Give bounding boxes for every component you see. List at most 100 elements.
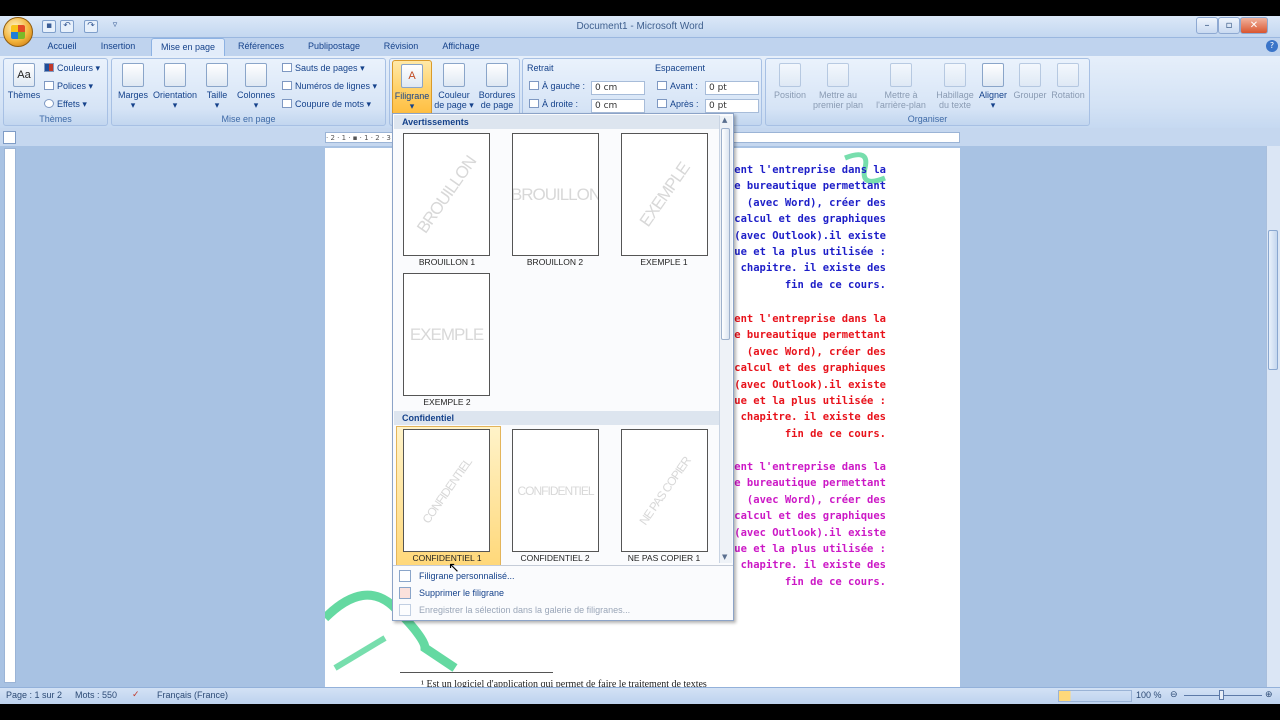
vertical-scrollbar[interactable] (1266, 146, 1280, 687)
custom-watermark-icon (399, 570, 411, 582)
thumb-watermark: BROUILLON (412, 152, 480, 237)
marges-button[interactable]: Marges ▾ (115, 63, 151, 110)
coupure-label: Coupure de mots (295, 99, 365, 109)
size-icon (206, 63, 228, 87)
grouper-label: Grouper (1013, 90, 1047, 100)
couleurs-button[interactable]: Couleurs ▾ (44, 63, 100, 74)
coupure-mots-button[interactable]: Coupure de mots ▾ (282, 99, 371, 110)
menu-supprimer-filigrane[interactable]: Supprimer le filigrane (396, 585, 726, 601)
retrait-droite-input[interactable]: 0 cm (591, 99, 645, 113)
tab-references[interactable]: Références (230, 38, 292, 56)
save-selection-icon (399, 604, 411, 616)
grouper-button[interactable]: Grouper (1010, 63, 1050, 100)
language[interactable]: Français (France) (157, 690, 228, 700)
arriere-plan-button[interactable]: Mettre à l'arrière-plan (870, 63, 932, 110)
scrollbar-thumb[interactable] (1268, 230, 1278, 370)
text-wrap-icon (944, 63, 966, 87)
colonnes-button[interactable]: Colonnes ▾ (234, 63, 278, 110)
thumb-watermark: EXEMPLE (635, 158, 693, 230)
numeros-lignes-button[interactable]: Numéros de lignes ▾ (282, 81, 377, 92)
couleur-page-button[interactable]: Couleur de page ▾ (434, 63, 474, 110)
group-organiser: Position Mettre au premier plan Mettre àl… (765, 58, 1090, 126)
menu-filigrane-personnalise[interactable]: Filigrane personnalisé... (396, 568, 726, 584)
mouse-cursor-icon: ↖ (448, 560, 460, 576)
tab-publipostage[interactable]: Publipostage (298, 38, 370, 56)
thumb-brouillon-1[interactable]: BROUILLON (403, 133, 490, 256)
filigrane-button[interactable]: A Filigrane ▾ (392, 60, 432, 116)
gallery-scroll-down-icon[interactable]: ▼ (722, 553, 727, 561)
thumb-exemple-1[interactable]: EXEMPLE (621, 133, 708, 256)
polices-button[interactable]: Polices ▾ (44, 81, 93, 92)
arriere-label-2: l'arrière-plan (876, 100, 926, 110)
retrait-gauche-input[interactable]: 0 cm (591, 81, 645, 95)
columns-icon (245, 63, 267, 87)
orientation-label: Orientation (152, 90, 198, 100)
zoom-in-icon[interactable]: ⊕ (1265, 689, 1273, 700)
menu-label: Supprimer le filigrane (419, 588, 505, 598)
position-button[interactable]: Position (770, 63, 810, 100)
zoom-slider-thumb[interactable] (1219, 690, 1224, 700)
thumb-watermark: NE PAS COPIER (635, 453, 694, 528)
couleurs-label: Couleurs (57, 63, 94, 73)
taille-button[interactable]: Taille ▾ (202, 63, 232, 110)
effets-label: Effets (57, 99, 80, 109)
tab-accueil[interactable]: Accueil (40, 38, 84, 56)
thumb-label: EXEMPLE 1 (640, 257, 688, 267)
aligner-button[interactable]: Aligner ▾ (976, 63, 1010, 110)
office-button[interactable] (3, 17, 33, 47)
habillage-button[interactable]: Habillage du texte (932, 63, 978, 110)
espacement-avant-input[interactable]: 0 pt (705, 81, 759, 95)
indent-left-icon (529, 81, 539, 90)
rotate-icon (1057, 63, 1079, 87)
zoom-level[interactable]: 100 % (1136, 690, 1162, 700)
page-count[interactable]: Page : 1 sur 2 (6, 690, 62, 700)
premier-label-1: Mettre au (818, 90, 858, 100)
thumb-exemple-2[interactable]: EXEMPLE (403, 273, 490, 396)
habillage-label-2: du texte (938, 100, 972, 110)
thumb-brouillon-2[interactable]: BROUILLON (512, 133, 599, 256)
tab-revision[interactable]: Révision (376, 38, 426, 56)
breaks-icon (282, 63, 292, 72)
menu-label: Enregistrer la sélection dans la galerie… (419, 605, 631, 615)
thumb-ne-pas-copier-1[interactable]: NE PAS COPIER (621, 429, 708, 552)
thumb-label: BROUILLON 2 (526, 257, 584, 267)
marges-label: Marges (117, 90, 148, 100)
gallery-scroll-up-icon[interactable]: ▲ (722, 116, 727, 124)
proofing-icon[interactable]: ✓ (132, 689, 140, 700)
habillage-label-1: Habillage (936, 90, 974, 100)
zoom-out-icon[interactable]: ⊖ (1170, 689, 1178, 700)
minimize-button[interactable]: – (1196, 17, 1218, 34)
bordures-page-button[interactable]: Bordures de page (476, 63, 518, 110)
rotation-button[interactable]: Rotation (1048, 63, 1088, 100)
view-buttons[interactable] (1058, 690, 1132, 702)
effets-button[interactable]: Effets ▾ (44, 99, 87, 110)
close-button[interactable]: ✕ (1240, 17, 1268, 34)
tab-mise-en-page[interactable]: Mise en page (151, 38, 225, 56)
thumb-confidentiel-2[interactable]: CONFIDENTIEL (512, 429, 599, 552)
help-icon[interactable]: ? (1266, 40, 1278, 52)
word-count[interactable]: Mots : 550 (75, 690, 117, 700)
espacement-apres-input[interactable]: 0 pt (705, 99, 759, 113)
tab-selector-icon[interactable] (3, 131, 16, 144)
themes-button[interactable]: Aa Thèmes (7, 63, 41, 100)
top-letterbox (0, 0, 1280, 16)
menu-enregistrer-selection[interactable]: Enregistrer la sélection dans la galerie… (396, 602, 726, 618)
gallery-scrollbar-thumb[interactable] (721, 128, 730, 340)
themes-label: Thèmes (7, 90, 41, 100)
sauts-de-pages-button[interactable]: Sauts de pages ▾ (282, 63, 365, 74)
tab-insertion[interactable]: Insertion (92, 38, 144, 56)
premier-plan-button[interactable]: Mettre au premier plan (808, 63, 868, 110)
bring-front-icon (827, 63, 849, 87)
tab-affichage[interactable]: Affichage (434, 38, 488, 56)
thumb-confidentiel-1[interactable]: CONFIDENTIEL (403, 429, 490, 552)
vertical-ruler[interactable] (4, 148, 16, 683)
bordures-label-2: de page (480, 100, 514, 110)
maximize-button[interactable]: ▫ (1218, 17, 1240, 34)
orientation-button[interactable]: Orientation ▾ (150, 63, 200, 110)
page-borders-icon (486, 63, 508, 87)
menu-separator (393, 565, 733, 566)
fonts-icon (44, 81, 54, 90)
thumb-watermark: EXEMPLE (409, 324, 484, 344)
rotation-label: Rotation (1051, 90, 1085, 100)
thumb-watermark: BROUILLON (512, 184, 599, 204)
